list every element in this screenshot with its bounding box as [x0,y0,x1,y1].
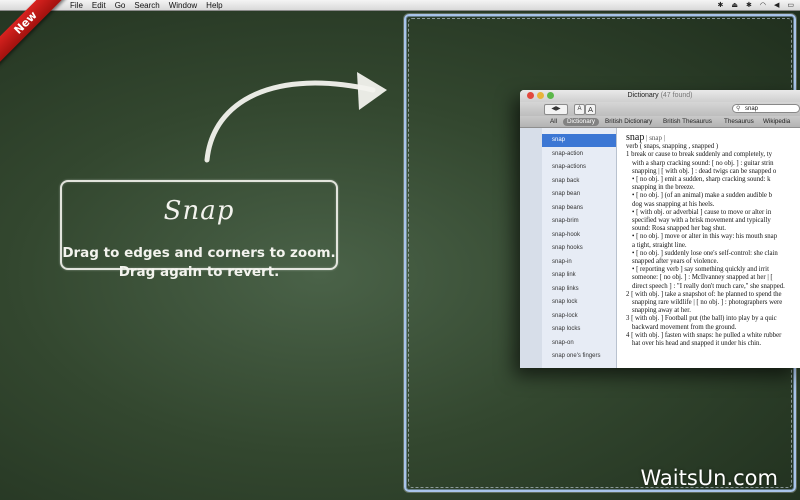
chalk-arrow-icon [204,72,387,163]
watermark: WaitsUn.com [640,466,778,490]
new-ribbon: New [0,0,70,70]
menu-file[interactable]: File [70,0,83,11]
window-titlebar[interactable]: Dictionary (47 found) [520,90,800,102]
list-item[interactable]: snap-brim [542,215,616,228]
scope-dictionary[interactable]: Dictionary [563,117,599,126]
promo-line-2: Drag again to revert. [118,264,280,280]
definition-line: direct speech ] : "I really don't much c… [632,282,785,290]
scope-bar: All Dictionary British Dictionary Britis… [520,116,800,128]
list-item[interactable]: snap lock [542,296,616,309]
definition-line: 3 [ with obj. ] Football put (the ball) … [626,315,777,323]
definition-line: 2 [ with obj. ] take a snapshot of: he p… [626,290,782,298]
headword: snap [626,132,645,143]
wifi-icon[interactable]: ◠ [760,0,766,11]
definition-line: • [ no obj. ] move or alter in this way:… [632,233,778,241]
definition-line: • [ reporting verb ] say something quick… [632,266,769,274]
font-smaller-button[interactable]: A [574,104,585,115]
definition-line: someone: [ no obj. ] : McIlvanney snappe… [632,274,773,282]
definition-line: snapping | [ with obj. ] : dead twigs ca… [632,167,777,175]
promo-line-1: Drag to edges and corners to zoom. [62,245,336,261]
menu-search[interactable]: Search [134,0,159,11]
pronunciation: | snap | [646,134,666,142]
dictionary-window[interactable]: Dictionary (47 found) ◀▶ A A ⚲ snap All … [520,90,800,368]
font-larger-button[interactable]: A [585,104,596,115]
volume-icon[interactable]: ◀ [774,0,779,11]
scope-british-dictionary[interactable]: British Dictionary [605,116,652,127]
definition-line: • [ no obj. ] emit a sudden, sharp crack… [632,176,771,184]
scope-all[interactable]: All [550,116,557,127]
list-item[interactable]: snap-action [542,148,616,161]
bluetooth-icon[interactable]: ✱ [746,0,752,11]
new-ribbon-label: New [0,0,68,65]
list-gutter [520,128,542,368]
definition-line: 4 [ with obj. ] fasten with snaps: he pu… [626,331,782,339]
window-title: Dictionary [627,92,659,99]
search-icon: ⚲ [736,106,741,112]
eject-icon[interactable]: ⏏ [731,0,738,11]
menu-edit[interactable]: Edit [92,0,106,11]
definition-pane: snap | snap | verb ( snaps, snapping , s… [620,128,800,368]
menu-status-area: ✱ ⏏ ✱ ◠ ◀ ▭ [718,0,795,11]
definition-line: specified way with a brisk movement and … [632,217,771,225]
close-button[interactable] [527,92,534,99]
definition-line: • [ with obj. or adverbial ] cause to mo… [632,208,772,216]
list-item[interactable]: snap-in [542,256,616,269]
definition-line: snapping away at her. [632,307,691,315]
definition-line: backward movement from the ground. [632,323,737,331]
definition-line: hat over his head and snapped it under h… [632,340,762,348]
definition-line: snapping rare wildlife | [ no obj. ] : p… [632,299,783,307]
zoom-button[interactable] [547,92,554,99]
minimize-button[interactable] [537,92,544,99]
word-list[interactable]: snap snap-action snap-actions snap back … [520,128,617,368]
menu-bar: File Edit Go Search Window Help ✱ ⏏ ✱ ◠ … [0,0,800,11]
snap-promo-box: Snap Drag to edges and corners to zoom. … [60,180,338,280]
list-item[interactable]: snap back [542,175,616,188]
dropbox-icon[interactable]: ✱ [718,0,724,11]
menu-help[interactable]: Help [206,0,222,11]
list-item[interactable]: snap link [542,269,616,282]
window-controls [527,92,554,99]
definition-line: snapped after years of violence. [632,258,719,266]
list-item[interactable]: snap one's fingers [542,350,616,363]
definition-line: a tight, straight line. [632,241,687,249]
menu-go[interactable]: Go [115,0,126,11]
scope-british-thesaurus[interactable]: British Thesaurus [663,116,712,127]
list-item[interactable]: snap-lock [542,310,616,323]
list-item[interactable]: snap locks [542,323,616,336]
definition-line: • [ no obj. ] (of an animal) make a sudd… [632,192,772,200]
list-item[interactable]: snap [542,134,616,147]
promo-title: Snap [163,196,235,226]
definition-line: snapping in the breeze. [632,184,695,192]
definition-line: • [ no obj. ] suddenly lose one's self-c… [632,249,778,257]
list-item[interactable]: snap-actions [542,161,616,174]
search-value: snap [745,106,759,112]
part-of-speech: verb ( snaps, snapping , snapped ) [626,143,719,151]
result-count: (47 found) [660,92,693,99]
scope-wikipedia[interactable]: Wikipedia [763,116,790,127]
list-item[interactable]: snap-hook [542,229,616,242]
menu-items: File Edit Go Search Window Help [70,0,223,11]
definition-line: with a sharp cracking sound: [ no obj. ]… [632,159,774,167]
search-input[interactable]: ⚲ snap [732,104,800,113]
list-item[interactable]: snap-on [542,337,616,350]
forward-icon[interactable]: ▶ [556,106,561,112]
list-item[interactable]: snap bean [542,188,616,201]
scope-thesaurus[interactable]: Thesaurus [724,116,754,127]
list-item[interactable]: snap hooks [542,242,616,255]
battery-icon[interactable]: ▭ [787,0,794,11]
menu-window[interactable]: Window [169,0,197,11]
list-item[interactable]: snap beans [542,202,616,215]
definition-line: 1 break or cause to break suddenly and c… [626,151,773,159]
list-item[interactable]: snap links [542,283,616,296]
definition-line: dog was snapping at his heels. [632,200,715,208]
window-toolbar: ◀▶ A A ⚲ snap [520,102,800,116]
back-forward-buttons[interactable]: ◀▶ [544,104,568,115]
definition-line: sound: Rosa snapped her bag shut. [632,225,727,233]
